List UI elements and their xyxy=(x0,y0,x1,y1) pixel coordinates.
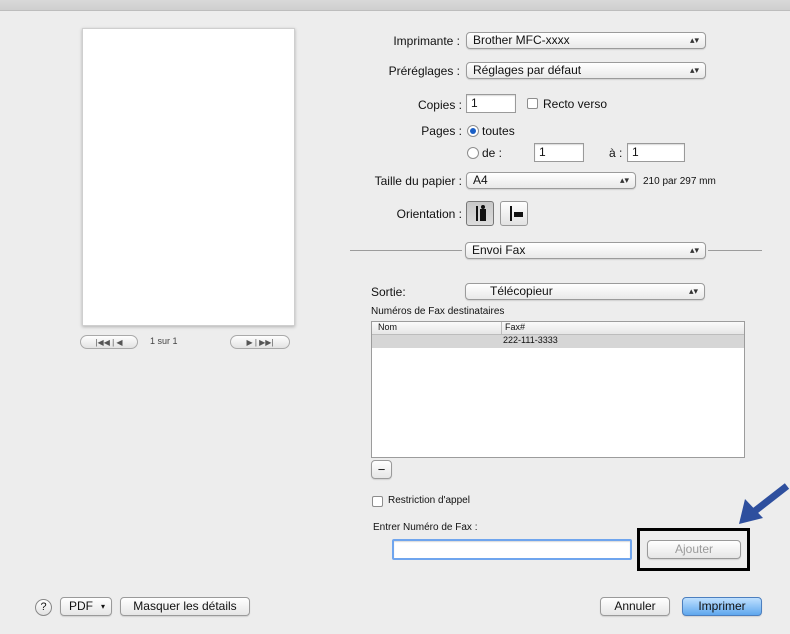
hide-details-button[interactable]: Masquer les détails xyxy=(120,597,250,616)
table-header: Nom Fax# xyxy=(372,322,744,335)
annotation-highlight-box xyxy=(637,528,750,571)
annotation-arrow-icon xyxy=(739,483,790,524)
presets-popup[interactable]: Réglages par défaut ▴▾ xyxy=(466,62,706,79)
portrait-orientation-icon xyxy=(476,205,486,221)
paper-size-popup[interactable]: A4 ▴▾ xyxy=(466,172,636,189)
printer-popup[interactable]: Brother MFC-xxxx ▴▾ xyxy=(466,32,706,49)
table-row[interactable]: 222-111-3333 xyxy=(372,335,744,348)
recipients-table[interactable]: Nom Fax# 222-111-3333 xyxy=(371,321,745,458)
fax-number-field[interactable] xyxy=(392,539,632,560)
column-name-header[interactable]: Nom xyxy=(378,322,397,332)
printer-value: Brother MFC-xxxx xyxy=(473,33,570,47)
section-value: Envoi Fax xyxy=(472,243,526,257)
print-dialog: |◀◀ | ◀ 1 sur 1 ▶ | ▶▶| Imprimante : Bro… xyxy=(0,0,790,634)
printer-label: Imprimante : xyxy=(393,34,460,48)
restriction-label: Restriction d'appel xyxy=(388,495,470,506)
section-popup[interactable]: Envoi Fax ▴▾ xyxy=(465,242,706,259)
pager-label: 1 sur 1 xyxy=(150,336,178,346)
portrait-button[interactable] xyxy=(466,201,494,226)
output-popup[interactable]: Télécopieur ▴▾ xyxy=(465,283,705,300)
pages-label: Pages : xyxy=(421,124,462,138)
output-value: Télécopieur xyxy=(490,284,553,298)
duplex-label: Recto verso xyxy=(543,97,608,111)
orientation-label: Orientation : xyxy=(396,207,462,221)
pages-to-field[interactable]: 1 xyxy=(627,143,685,162)
column-fax-header[interactable]: Fax# xyxy=(501,322,525,334)
popup-arrows-icon: ▴▾ xyxy=(689,245,699,255)
copies-label: Copies : xyxy=(417,98,462,112)
popup-arrows-icon: ▴▾ xyxy=(619,175,629,185)
copies-field[interactable]: 1 xyxy=(466,94,516,113)
presets-value: Réglages par défaut xyxy=(473,63,582,77)
separator-right xyxy=(708,250,762,251)
landscape-button[interactable] xyxy=(500,201,528,226)
pages-to-label: à : xyxy=(609,146,623,160)
landscape-orientation-icon xyxy=(510,206,523,221)
pages-from-label: de : xyxy=(482,146,503,160)
pdf-label: PDF xyxy=(69,599,93,613)
presets-label: Préréglages : xyxy=(388,64,460,78)
pager-next-buttons[interactable]: ▶ | ▶▶| xyxy=(230,335,290,349)
page-preview xyxy=(82,28,295,326)
pages-from-field[interactable]: 1 xyxy=(534,143,584,162)
fax-entry-label: Entrer Numéro de Fax : xyxy=(373,522,478,533)
pdf-menu-button[interactable]: PDF ▾ xyxy=(60,597,112,616)
popup-arrows-icon: ▴▾ xyxy=(689,35,699,45)
help-button[interactable]: ? xyxy=(35,599,52,616)
paper-size-label: Taille du papier : xyxy=(374,174,462,188)
output-label: Sortie: xyxy=(371,285,406,299)
pages-range-radio[interactable] xyxy=(467,147,479,159)
restriction-checkbox[interactable] xyxy=(372,496,383,507)
paper-dimensions: 210 par 297 mm xyxy=(643,176,716,187)
duplex-checkbox[interactable] xyxy=(527,98,538,109)
row-fax: 222-111-3333 xyxy=(503,335,558,345)
popup-arrows-icon: ▴▾ xyxy=(689,65,699,75)
pages-all-label: toutes xyxy=(482,124,515,138)
separator-left xyxy=(350,250,462,251)
cancel-button[interactable]: Annuler xyxy=(600,597,670,616)
chevron-down-icon: ▾ xyxy=(100,602,105,611)
title-strip xyxy=(0,0,790,11)
print-button[interactable]: Imprimer xyxy=(682,597,762,616)
paper-size-value: A4 xyxy=(473,173,488,187)
remove-recipient-button[interactable]: − xyxy=(371,460,392,479)
recipients-label: Numéros de Fax destinataires xyxy=(371,306,505,317)
pager-prev-buttons[interactable]: |◀◀ | ◀ xyxy=(80,335,138,349)
popup-arrows-icon: ▴▾ xyxy=(688,286,698,296)
pages-all-radio[interactable] xyxy=(467,125,479,137)
